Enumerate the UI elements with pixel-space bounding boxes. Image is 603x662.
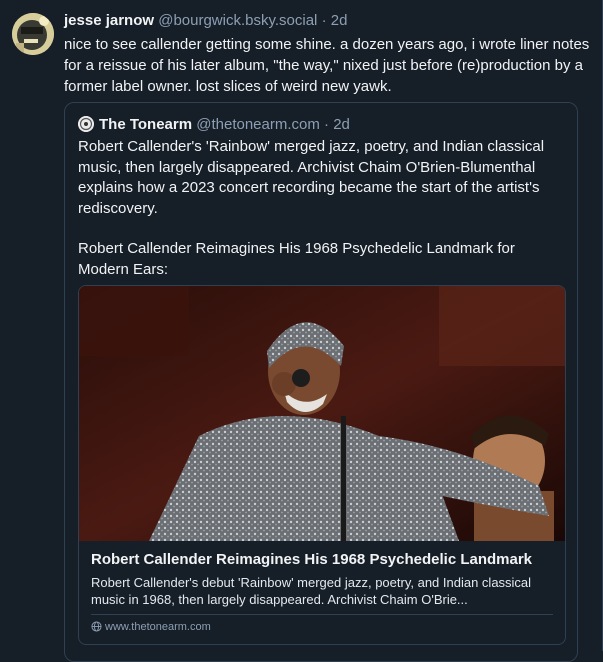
link-card-domain: www.thetonearm.com [105,621,211,633]
quoted-author-name[interactable]: The Tonearm [99,116,192,133]
link-card[interactable]: Robert Callender Reimagines His 1968 Psy… [78,285,566,645]
quoted-post[interactable]: The Tonearm @thetonearm.com · 2d Robert … [64,102,578,662]
quoted-post-text: Robert Callender's 'Rainbow' merged jazz… [78,137,568,280]
quoted-timestamp[interactable]: 2d [333,116,350,133]
author-name[interactable]: jesse jarnow [64,12,154,29]
quoted-author-avatar[interactable] [78,116,94,132]
link-card-description: Robert Callender's debut 'Rainbow' merge… [91,575,532,607]
quoted-author-handle[interactable]: @thetonearm.com [196,116,320,133]
timestamp-separator: · [321,12,327,29]
link-card-title[interactable]: Robert Callender Reimagines His 1968 Psy… [91,550,555,570]
quoted-post-header: The Tonearm @thetonearm.com · 2d [78,115,350,135]
post-header: jesse jarnow @bourgwick.bsky.social · 2d [64,11,584,31]
author-avatar[interactable] [12,13,54,55]
link-card-domain-row[interactable]: www.thetonearm.com [91,620,211,636]
post-text: nice to see callender getting some shine… [64,36,590,95]
quoted-paragraph-2: Robert Callender Reimagines His 1968 Psy… [78,240,515,278]
quoted-timestamp-separator: · [324,116,330,133]
quoted-paragraph-1: Robert Callender's 'Rainbow' merged jazz… [78,138,545,217]
link-card-divider [91,614,553,615]
post-timestamp[interactable]: 2d [331,12,348,29]
author-handle[interactable]: @bourgwick.bsky.social [158,12,317,29]
post[interactable]: jesse jarnow @bourgwick.bsky.social · 2d… [0,0,602,662]
globe-icon [91,621,102,636]
link-card-image[interactable] [79,286,565,541]
